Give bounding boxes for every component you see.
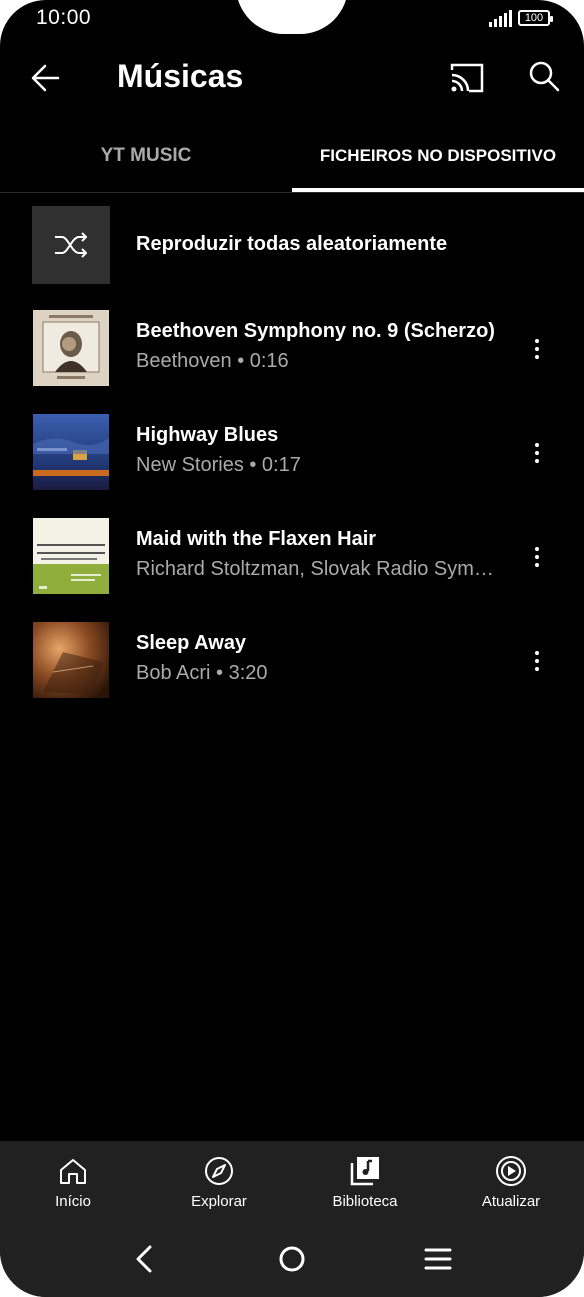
cast-button[interactable]: [449, 60, 485, 96]
shuffle-icon: [55, 232, 87, 258]
status-time: 10:00: [36, 6, 92, 29]
song-title: Highway Blues: [136, 424, 279, 446]
nav-explore-label: Explorar: [191, 1193, 247, 1210]
tab-device-files[interactable]: FICHEIROS NO DISPOSITIVO: [292, 120, 584, 192]
phone-screen: 10:00 100 Músicas YT MUSIC FICHEIROS NO …: [0, 0, 584, 1297]
album-art-maid-flaxen-hair: [33, 518, 109, 594]
page-title: Músicas: [117, 58, 244, 94]
album-art-sleep-away: [33, 622, 109, 698]
library-icon: [350, 1157, 379, 1186]
signal-icon: [489, 9, 512, 27]
song-row-maid-flaxen-hair[interactable]: Maid with the Flaxen Hair Richard Stoltz…: [0, 518, 584, 596]
system-back-icon[interactable]: [128, 1241, 164, 1277]
song-row-highway-blues[interactable]: Highway Blues New Stories • 0:17: [0, 414, 584, 492]
upgrade-icon: [496, 1156, 526, 1186]
nav-library-label: Biblioteca: [332, 1193, 398, 1210]
more-options-button[interactable]: [526, 436, 548, 470]
compass-icon: [205, 1157, 233, 1185]
shuffle-all-row[interactable]: Reproduzir todas aleatoriamente: [0, 206, 584, 284]
app-bar: Músicas: [0, 52, 584, 108]
back-button[interactable]: [28, 60, 64, 96]
system-menu-icon[interactable]: [420, 1241, 456, 1277]
song-row-beethoven[interactable]: Beethoven Symphony no. 9 (Scherzo) Beeth…: [0, 310, 584, 388]
arrow-left-icon: [31, 64, 60, 92]
more-options-button[interactable]: [526, 332, 548, 366]
battery-level: 100: [524, 12, 544, 24]
song-row-sleep-away[interactable]: Sleep Away Bob Acri • 3:20: [0, 622, 584, 700]
album-art-beethoven: [33, 310, 109, 386]
system-navigation-bar: [0, 1223, 584, 1297]
album-art-highway-blues: [33, 414, 109, 490]
bottom-navigation: Início Explorar Biblioteca Atualizar: [0, 1141, 584, 1223]
nav-library[interactable]: Biblioteca: [292, 1141, 438, 1223]
song-subtitle: Beethoven • 0:16: [136, 350, 289, 372]
shuffle-thumb: [32, 206, 110, 284]
tab-yt-music[interactable]: YT MUSIC: [0, 120, 292, 192]
nav-home-label: Início: [55, 1193, 91, 1210]
home-icon: [60, 1159, 86, 1184]
shuffle-all-label: Reproduzir todas aleatoriamente: [136, 233, 448, 255]
song-title: Sleep Away: [136, 632, 247, 654]
song-subtitle: New Stories • 0:17: [136, 454, 301, 476]
more-options-button[interactable]: [526, 644, 548, 678]
song-subtitle: Bob Acri • 3:20: [136, 662, 268, 684]
camera-notch: [236, 0, 348, 34]
song-title: Maid with the Flaxen Hair: [136, 528, 377, 550]
nav-home[interactable]: Início: [0, 1141, 146, 1223]
song-subtitle: Richard Stoltzman, Slovak Radio Sym…: [136, 558, 494, 580]
battery-icon: 100: [518, 10, 553, 26]
nav-explore[interactable]: Explorar: [146, 1141, 292, 1223]
status-icons: 100: [489, 9, 553, 27]
nav-upgrade-label: Atualizar: [481, 1193, 541, 1210]
system-home-icon[interactable]: [274, 1241, 310, 1277]
song-title: Beethoven Symphony no. 9 (Scherzo): [136, 320, 495, 342]
search-icon: [529, 61, 560, 92]
tab-bar: YT MUSIC FICHEIROS NO DISPOSITIVO: [0, 120, 584, 193]
nav-upgrade[interactable]: Atualizar: [438, 1141, 584, 1223]
active-tab-indicator: [292, 188, 584, 192]
cast-icon: [450, 63, 484, 93]
search-button[interactable]: [526, 58, 562, 94]
more-options-button[interactable]: [526, 540, 548, 574]
